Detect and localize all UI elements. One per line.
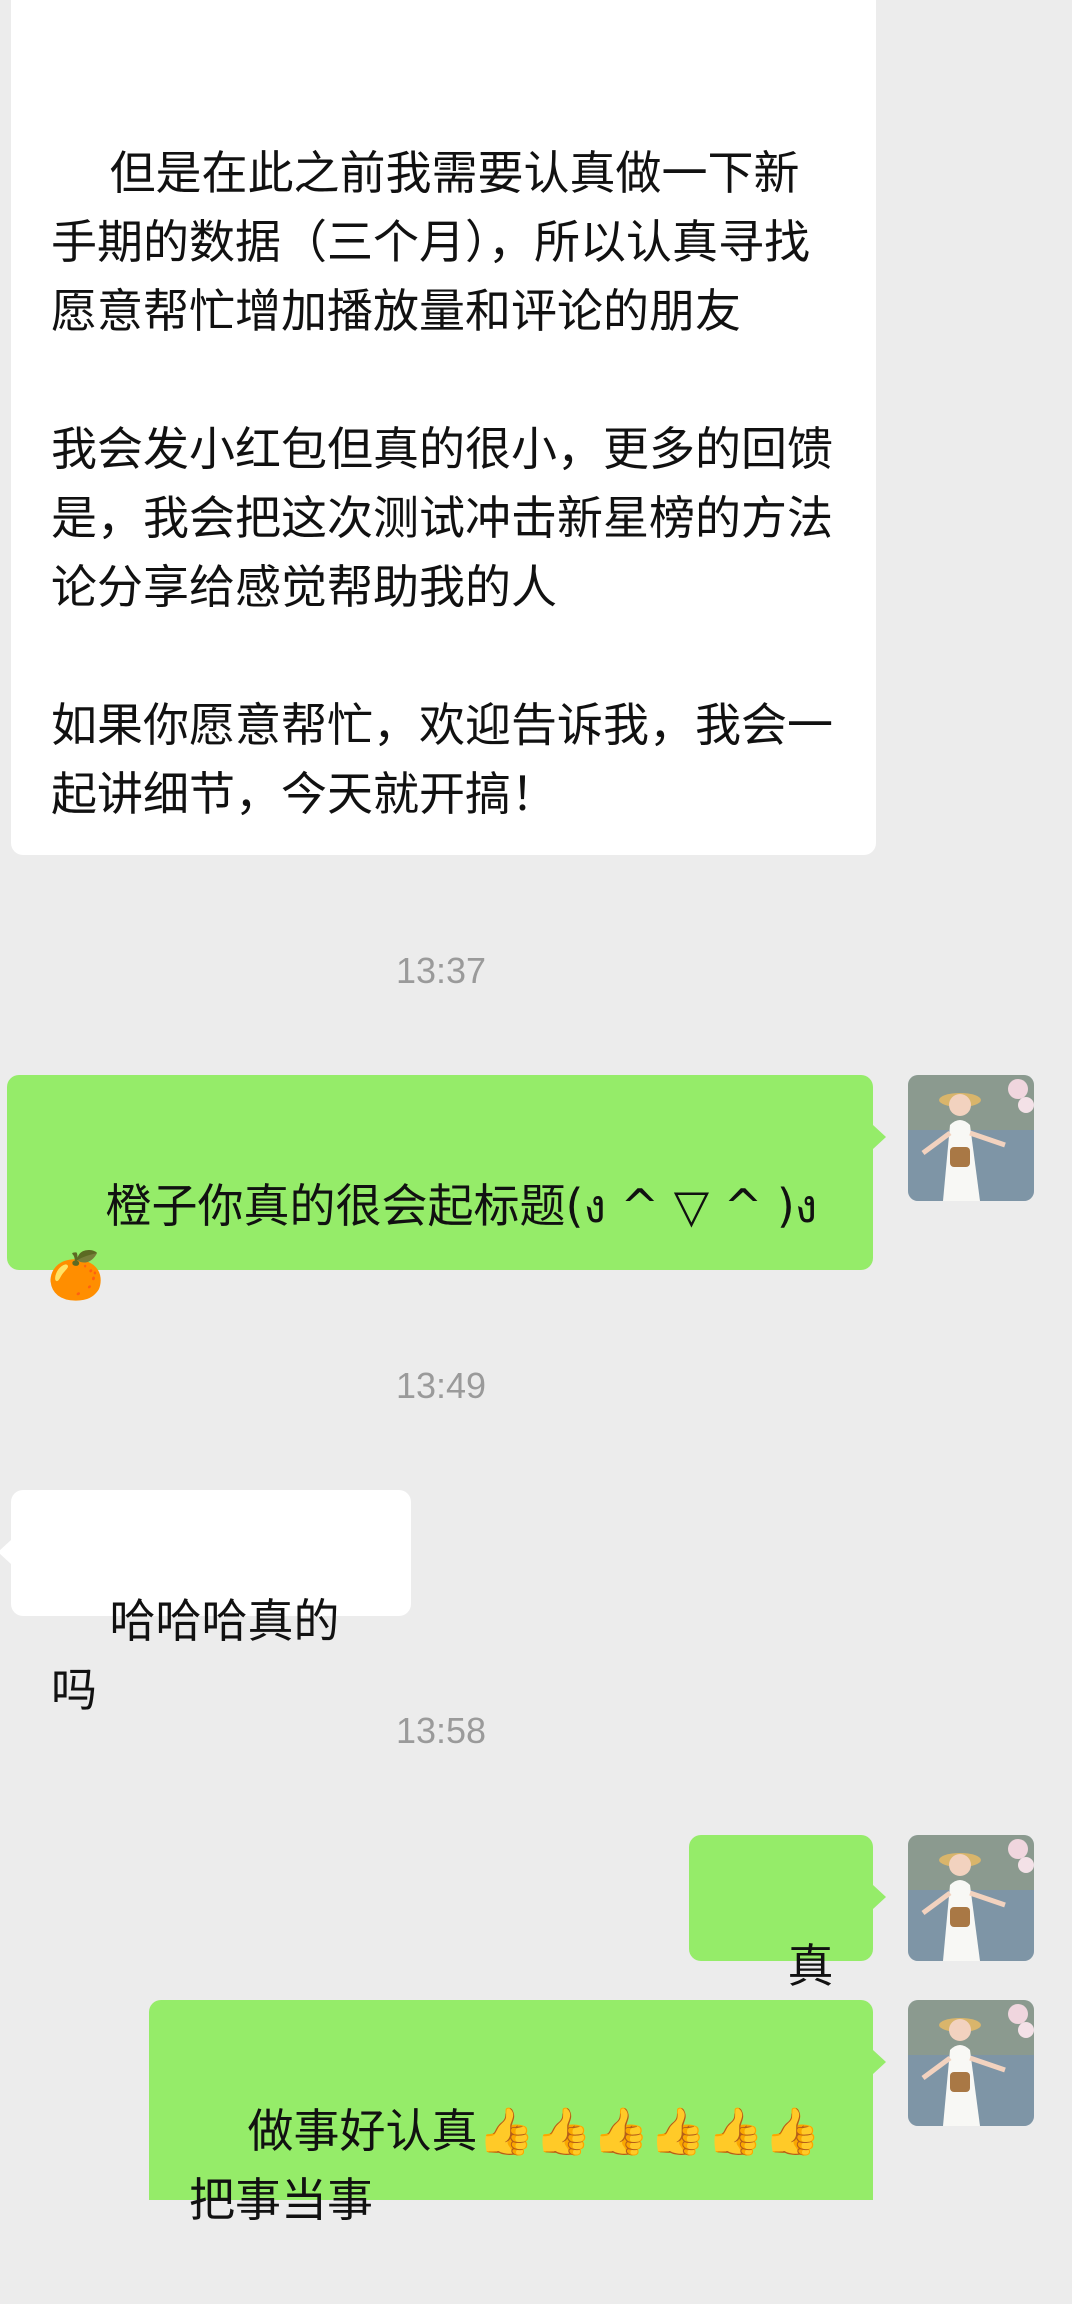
message-bubble-incoming[interactable]: 哈哈哈真的吗 <box>11 1490 411 1717</box>
bubble-tail <box>0 1540 11 1564</box>
timestamp: 13:58 <box>395 1710 487 1751</box>
message-text: 哈哈哈真的吗 <box>51 1594 340 1717</box>
message-bubble-outgoing[interactable]: 真的 <box>689 1835 873 2062</box>
message-bubble-outgoing[interactable]: 橙子你真的很会起标题(ง ^ ▽ ^ )ง🍊 <box>7 1075 873 1302</box>
message-bubble-incoming[interactable]: 但是在此之前我需要认真做一下新手期的数据（三个月），所以认真寻找愿意帮忙增加播放… <box>11 0 876 855</box>
timestamp: 13:37 <box>395 950 487 991</box>
avatar-icon[interactable] <box>908 1075 1034 1201</box>
message-bubble-outgoing[interactable]: 做事好认真👍👍👍👍👍👍把事当事 <box>149 2000 873 2227</box>
avatar-icon[interactable] <box>908 1835 1034 1961</box>
message-text: 橙子你真的很会起标题(ง ^ ▽ ^ )ง🍊 <box>47 1179 818 1302</box>
message-text: 但是在此之前我需要认真做一下新手期的数据（三个月），所以认真寻找愿意帮忙增加播放… <box>51 146 833 821</box>
message-text: 做事好认真👍👍👍👍👍👍把事当事 <box>189 2104 822 2227</box>
bubble-tail <box>873 1125 886 1149</box>
bubble-tail <box>873 2050 886 2074</box>
timestamp: 13:49 <box>395 1365 487 1406</box>
avatar-icon[interactable] <box>908 2000 1034 2126</box>
bubble-tail <box>873 1885 886 1909</box>
